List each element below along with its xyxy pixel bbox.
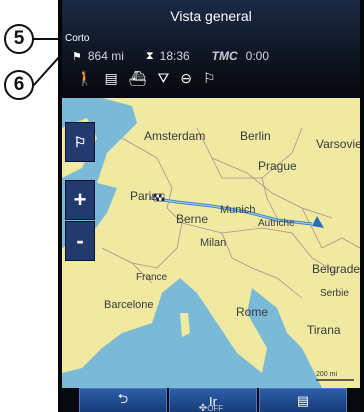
map-scale: 200 mi bbox=[316, 371, 337, 378]
zoom-in-button[interactable]: + bbox=[65, 180, 95, 220]
city-amsterdam: Amsterdam bbox=[144, 129, 205, 143]
route-type-label: Corto bbox=[65, 33, 90, 44]
route-flag-icon: ⚐ bbox=[73, 133, 87, 150]
page-title: Vista general bbox=[170, 8, 252, 24]
tmc-icon: TMC bbox=[211, 49, 238, 63]
city-barcelone: Barcelone bbox=[104, 299, 154, 311]
navigation-screen: Vista general Corto ⚑ 864 mi ⧗ 18:36 TMC… bbox=[62, 0, 360, 412]
checkered-flag-icon: ⚑ bbox=[72, 50, 82, 63]
city-paris: Paris bbox=[130, 189, 157, 203]
no-entry-icon: ⊖ bbox=[180, 70, 192, 86]
callout-6: 6 bbox=[4, 70, 34, 100]
city-autriche: Autriche bbox=[258, 218, 295, 229]
city-munich: Munich bbox=[220, 204, 255, 216]
route-distance: 864 mi bbox=[87, 49, 124, 63]
city-tirana: Tirana bbox=[307, 323, 341, 337]
toll-road-icon: ⛛ bbox=[157, 70, 170, 86]
city-berne: Berne bbox=[176, 212, 208, 226]
city-belgrade: Belgrade bbox=[312, 262, 360, 276]
hourglass-icon: ⧗ bbox=[145, 49, 154, 62]
route-info-row: ⚑ 864 mi ⧗ 18:36 TMC 0:00 bbox=[72, 49, 269, 63]
city-berlin: Berlin bbox=[240, 129, 271, 143]
arrival-time: 18:36 bbox=[159, 49, 190, 63]
city-prague: Prague bbox=[258, 159, 297, 173]
fan-status-label: OFF bbox=[207, 404, 224, 412]
ticket-icon: ▤ bbox=[104, 70, 118, 86]
city-varsovie: Varsovie bbox=[316, 137, 360, 151]
pedestrian-icon: 🚶 bbox=[76, 70, 94, 86]
city-milan: Milan bbox=[200, 237, 226, 249]
city-france: France bbox=[136, 272, 168, 283]
ferry-icon: ⛴ bbox=[128, 70, 147, 86]
traffic-delay: 0:00 bbox=[245, 49, 270, 63]
map-view[interactable]: Amsterdam Berlin Varsovie Prague Paris M… bbox=[62, 98, 360, 388]
device-frame: Vista general Corto ⚑ 864 mi ⧗ 18:36 TMC… bbox=[58, 0, 364, 412]
fan-icon: ✤ bbox=[198, 403, 208, 412]
fan-status[interactable]: ✤OFF bbox=[62, 403, 360, 412]
map-canvas[interactable]: Amsterdam Berlin Varsovie Prague Paris M… bbox=[62, 98, 360, 388]
city-rome: Rome bbox=[236, 305, 268, 319]
zoom-out-button[interactable]: - bbox=[65, 221, 95, 261]
callout-5: 5 bbox=[4, 24, 34, 54]
toll-flag-icon: ⚐ bbox=[202, 70, 216, 86]
callout-6-leader bbox=[32, 55, 61, 87]
route-overview-button[interactable]: ⚐ bbox=[65, 122, 95, 162]
city-serbie: Serbie bbox=[320, 288, 349, 299]
route-restrictions-row: 🚶 ▤ ⛴ ⛛ ⊖ ⚐ bbox=[76, 70, 216, 87]
